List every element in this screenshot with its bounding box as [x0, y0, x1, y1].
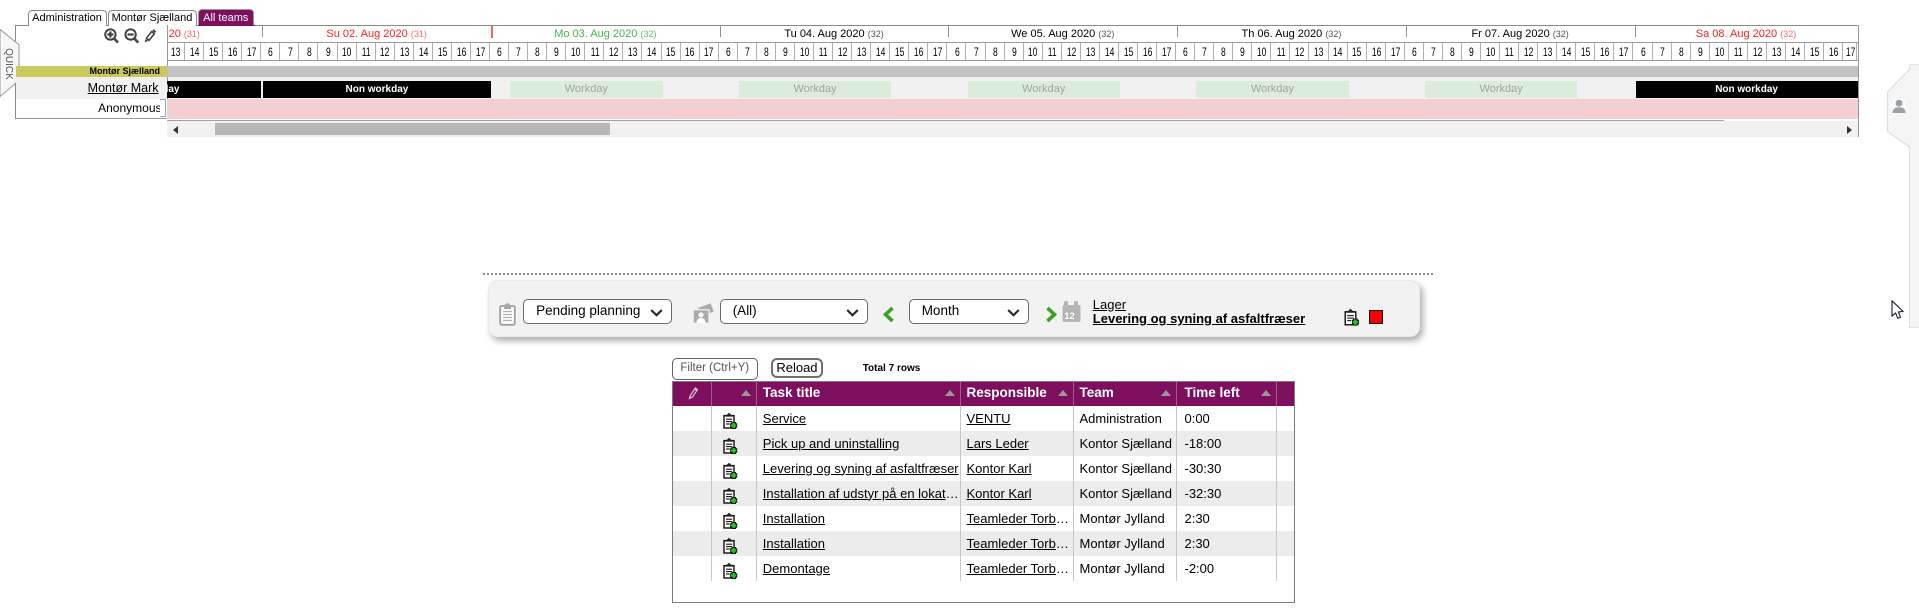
svg-text:12: 12 — [1064, 311, 1075, 322]
